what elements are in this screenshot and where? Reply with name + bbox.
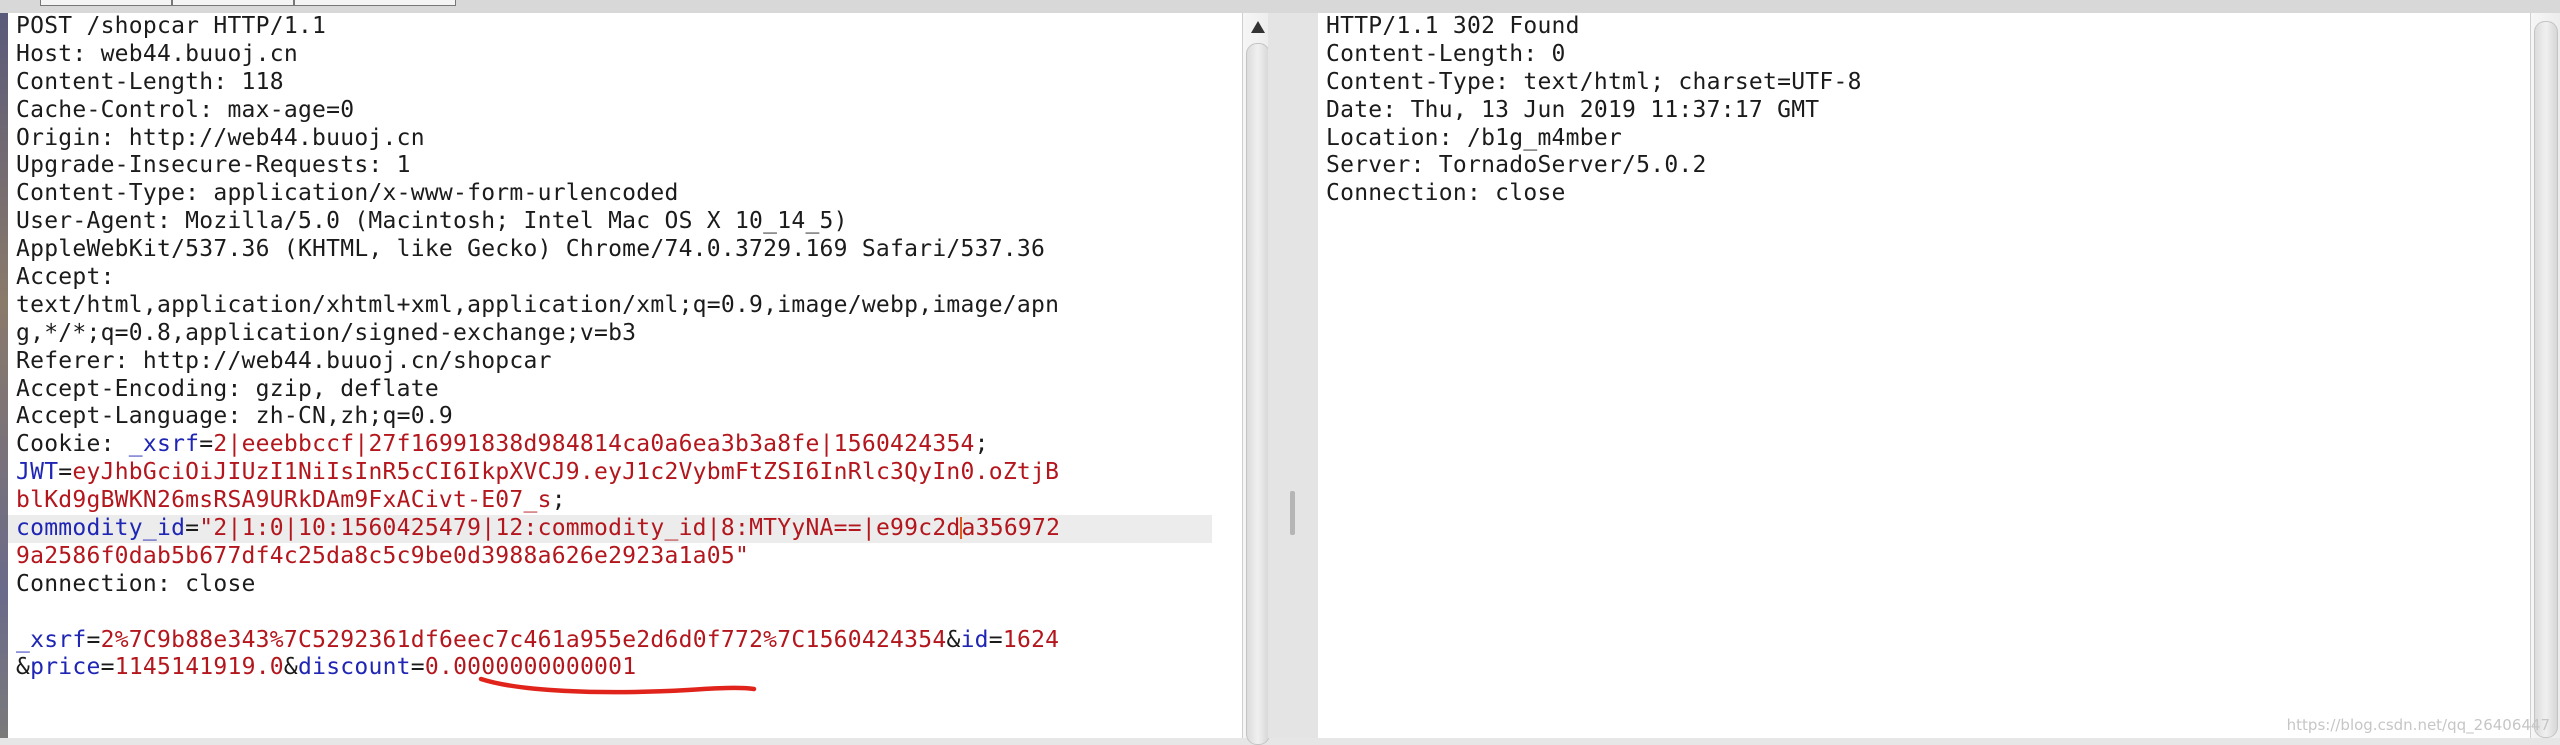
param-value: 9a2586f0dab5b677df4c25da8c5c9be0d3988a62… [16,542,750,569]
param-value: 2%7C9b88e343%7C5292361df6eec7c461a955e2d… [100,626,947,653]
discount-underline-annotation [478,676,757,695]
param-value: 1145141919.0 [114,654,284,681]
request-text-segment: Accept: [16,264,115,291]
request-line[interactable]: Content-Length: 118 [16,69,1212,97]
request-editor-pane[interactable]: POST /shopcar HTTP/1.1 Host: web44.buuoj.… [8,13,1243,738]
param-value: a356972 [961,515,1061,542]
request-line[interactable]: Connection: close [16,571,1212,599]
request-text[interactable]: POST /shopcar HTTP/1.1 Host: web44.buuoj.… [8,13,1212,682]
scroll-thumb[interactable] [2534,21,2558,738]
request-text-segment: Connection: close [16,570,256,597]
param-value: 2|eeebbccf|27f16991838d984814ca0a6ea3b3a… [213,431,975,458]
request-line[interactable]: Referer: http://web44.buuoj.cn/shopcar [16,348,1212,376]
red-underline-stroke [478,676,757,695]
request-text-segment: AppleWebKit/537.36 (KHTML, like Gecko) C… [16,236,1046,263]
pane-divider[interactable] [1268,13,1318,738]
request-line[interactable] [16,599,1212,627]
tab-stub[interactable] [172,0,294,6]
request-line[interactable]: JWT=eyJhbGciOiJIUzI1NiIsInR5cCI6IkpXVCJ9… [16,459,1212,487]
request-line[interactable]: Cache-Control: max-age=0 [16,97,1212,125]
request-text-segment: ; [974,431,989,458]
param-value: 1624 [1002,626,1060,653]
request-line[interactable]: Host: web44.buuoj.cn [16,41,1212,69]
request-text-segment: = [58,459,73,486]
param-name: price [30,654,101,681]
param-name: discount [298,654,411,681]
request-text-segment: text/html,application/xhtml+xml,applicat… [16,291,1060,318]
request-line[interactable]: 9a2586f0dab5b677df4c25da8c5c9be0d3988a62… [16,543,1212,571]
response-line[interactable]: Date: Thu, 13 Jun 2019 11:37:17 GMT [1326,97,2500,125]
request-text-segment: = [100,654,115,681]
watermark-text: https://blog.csdn.net/qq_26406447 [2286,716,2550,734]
request-text-segment: = [410,654,425,681]
request-line[interactable]: blKd9gBWKN26msRSA9URkDAm9FxACivt-E07_s; [16,487,1212,515]
request-text-segment: Host: web44.buuoj.cn [16,40,298,67]
request-text-segment: = [86,626,101,653]
param-name: id [960,626,989,653]
request-text-segment: & [16,654,31,681]
response-line[interactable]: Connection: close [1326,180,2500,208]
param-name: commodity_id [16,515,186,542]
request-text-segment: Content-Type: application/x-www-form-url… [16,180,679,207]
request-text-segment: = [185,515,200,542]
response-scrollbar[interactable] [2530,13,2560,738]
request-line[interactable]: AppleWebKit/537.36 (KHTML, like Gecko) C… [16,236,1212,264]
request-text-segment: User-Agent: Mozilla/5.0 (Macintosh; Inte… [16,208,848,235]
request-line[interactable]: Accept-Encoding: gzip, deflate [16,376,1212,404]
request-line[interactable]: Accept: [16,264,1212,292]
tab-stub[interactable] [40,0,172,6]
request-line[interactable]: User-Agent: Mozilla/5.0 (Macintosh; Inte… [16,208,1212,236]
request-line[interactable]: commodity_id="2|1:0|10:1560425479|12:com… [8,515,1212,543]
tab-stub[interactable] [294,0,456,6]
param-value: "2|1:0|10:1560425479|12:commodity_id|8:M… [199,515,961,542]
request-text-segment: POST /shopcar HTTP/1.1 [16,13,327,39]
request-text-segment: Referer: http://web44.buuoj.cn/shopcar [16,347,552,374]
param-value: eyJhbGciOiJIUzI1NiIsInR5cCI6IkpXVCJ9.eyJ… [72,459,1060,486]
response-line[interactable]: Content-Length: 0 [1326,41,2500,69]
background-edge [0,13,8,738]
request-line[interactable]: g,*/*;q=0.8,application/signed-exchange;… [16,320,1212,348]
request-text-segment: Cookie: [16,431,129,458]
request-line[interactable]: text/html,application/xhtml+xml,applicat… [16,292,1212,320]
request-text-segment: & [946,626,961,653]
response-line[interactable]: Content-Type: text/html; charset=UTF-8 [1326,69,2500,97]
request-line[interactable]: Content-Type: application/x-www-form-url… [16,180,1212,208]
request-text-segment: Accept-Encoding: gzip, deflate [16,375,439,402]
request-text-segment: Content-Length: 118 [16,68,284,95]
request-text-segment: Upgrade-Insecure-Requests: 1 [16,152,411,179]
request-line[interactable]: Upgrade-Insecure-Requests: 1 [16,152,1212,180]
request-line[interactable]: POST /shopcar HTTP/1.1 [16,13,1212,41]
response-text[interactable]: HTTP/1.1 302 Found Content-Length: 0 Conte… [1326,13,2500,208]
request-text-segment: Origin: http://web44.buuoj.cn [16,124,425,151]
request-text-segment: ; [551,487,566,514]
divider-grip-handle[interactable] [1290,491,1295,535]
request-text-segment: = [988,626,1003,653]
request-text-segment: Accept-Language: zh-CN,zh;q=0.9 [16,403,454,430]
request-text-segment: Cache-Control: max-age=0 [16,96,355,123]
request-line[interactable]: Origin: http://web44.buuoj.cn [16,125,1212,153]
response-viewer-pane[interactable]: HTTP/1.1 302 Found Content-Length: 0 Conte… [1318,13,2530,738]
param-name: _xsrf [16,626,87,653]
response-line[interactable]: Server: TornadoServer/5.0.2 [1326,152,2500,180]
request-text-segment: & [283,654,298,681]
request-line[interactable]: _xsrf=2%7C9b88e343%7C5292361df6eec7c461a… [16,627,1212,655]
request-text-segment: = [199,431,214,458]
scroll-up-arrow-icon[interactable] [1251,21,1265,33]
request-line[interactable]: Accept-Language: zh-CN,zh;q=0.9 [16,403,1212,431]
param-name: JWT [16,459,59,486]
response-line[interactable]: HTTP/1.1 302 Found [1326,13,2500,41]
response-line[interactable]: Location: /b1g_m4mber [1326,125,2500,153]
param-value: blKd9gBWKN26msRSA9URkDAm9FxACivt-E07_s [16,487,552,514]
request-text-segment: g,*/*;q=0.8,application/signed-exchange;… [16,319,637,346]
param-name: _xsrf [128,431,200,458]
scroll-thumb[interactable] [1246,43,1270,745]
request-line[interactable]: Cookie: _xsrf=2|eeebbccf|27f16991838d984… [16,431,1212,459]
